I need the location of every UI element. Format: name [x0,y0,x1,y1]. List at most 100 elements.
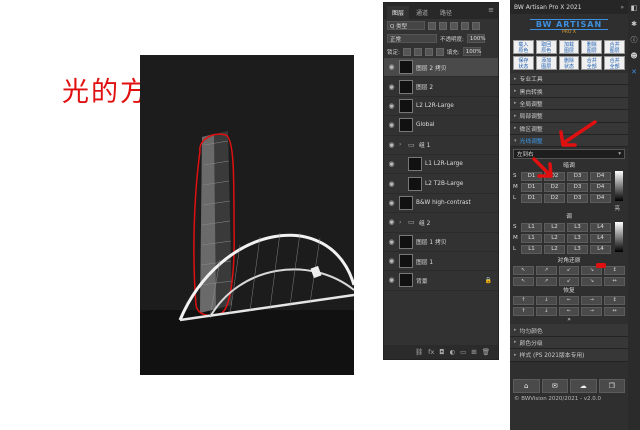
trash-icon[interactable]: 🗑 [482,348,490,356]
plugin-action-button[interactable]: 删除 图层 [581,40,603,54]
plugin-action-button[interactable]: 删除 状态 [558,56,580,70]
layer-row[interactable]: ◉ L2 T2B-Large [384,174,498,194]
matrix-button[interactable]: L2 [544,244,565,254]
plugin-action-button[interactable]: 载入 原色 [513,40,534,54]
plugin-action-button[interactable]: 取回 原色 [535,40,557,54]
matrix-button[interactable]: L4 [590,244,611,254]
lock-pixels-icon[interactable] [402,47,411,56]
adjust-icon[interactable]: ✱ [628,16,640,32]
plugin-action-button[interactable]: 合并 全部 [604,56,625,70]
chevron-right-icon[interactable]: › [399,141,405,148]
matrix-button[interactable]: L2 [544,222,565,232]
matrix-button[interactable]: L2 [544,233,565,243]
tab-channels[interactable]: 通道 [411,6,433,19]
new-layer-icon[interactable]: ⊞ [471,348,476,356]
plugin-action-button[interactable]: 合并 全部 [581,56,603,70]
info-icon[interactable]: ⓘ [628,32,640,48]
plugin-action-button[interactable]: 合并 图层 [604,40,625,54]
plugin-icon[interactable]: ✕ [628,64,640,80]
tool-button[interactable]: ↔ [604,277,625,287]
layer-row[interactable]: ◉ B&W high-contrast [384,194,498,214]
section-header[interactable]: ▸ 样式 (PS 2021版本专用) [510,349,628,362]
tab-layers[interactable]: 图层 [387,6,410,19]
lock-all-icon[interactable] [435,47,444,56]
link-icon[interactable]: ⛓ [415,348,423,356]
panel-menu-icon[interactable]: ≡ [488,6,494,14]
cloud-icon[interactable]: ☁ [570,379,597,393]
tool-button[interactable]: ↓ [535,296,557,306]
visibility-eye-icon[interactable]: ◉ [387,276,396,284]
folder-icon[interactable]: ▭ [460,348,466,356]
layer-row[interactable]: ◉ 图层 1 拷贝 [384,233,498,252]
matrix-button[interactable]: D3 [567,182,588,192]
layer-row[interactable]: ◉ › ▭ 组 1 [384,136,498,155]
filter-pixel-icon[interactable] [428,21,436,30]
home-icon[interactable]: ⌂ [513,379,540,393]
collapse-icon[interactable]: » [620,4,624,11]
chevron-right-icon[interactable]: › [399,219,405,226]
filter-shape-icon[interactable] [461,21,469,30]
matrix-button[interactable]: D4 [590,171,611,181]
tool-button[interactable]: ↑ [513,307,534,317]
visibility-eye-icon[interactable]: ◉ [387,218,396,226]
matrix-button[interactable]: L1 [521,233,542,243]
matrix-button[interactable]: D4 [590,182,611,192]
section-header[interactable]: ▸ 专业工具 [510,73,628,86]
layer-row[interactable]: ◉ 背景 🔒 [384,271,498,291]
matrix-button[interactable]: D3 [567,193,588,203]
matrix-button[interactable]: D2 [544,182,565,192]
lock-move-icon[interactable] [424,47,433,56]
more-icon[interactable]: » [510,316,628,324]
mail-icon[interactable]: ✉ [541,379,568,393]
fx-icon[interactable]: fx [428,348,434,356]
tool-button[interactable]: ↙ [558,266,580,276]
tool-button[interactable]: → [581,296,603,306]
opacity-field[interactable]: 100% [466,34,486,43]
tool-button[interactable]: → [581,307,603,317]
filter-kind-select[interactable]: Q 类型 [387,21,425,30]
visibility-eye-icon[interactable]: ◉ [387,83,396,91]
visibility-eye-icon[interactable]: ◉ [387,141,396,149]
filter-type-icon[interactable] [450,21,458,30]
layer-row[interactable]: ◉ 图层 2 [384,77,498,97]
copy-icon[interactable]: ❐ [598,379,625,393]
tool-button[interactable]: ← [558,307,580,317]
visibility-eye-icon[interactable]: ◉ [387,160,396,168]
matrix-button[interactable]: D2 [544,193,565,203]
filter-smart-icon[interactable] [472,21,480,30]
section-header[interactable]: ▸ 颜色分级 [510,336,628,350]
tool-button[interactable]: ↕ [604,296,625,306]
tool-button[interactable]: ↗ [535,277,557,287]
tool-button[interactable]: ↓ [535,307,557,317]
matrix-button[interactable]: D3 [567,171,588,181]
matrix-button[interactable]: L4 [590,233,611,243]
tool-button[interactable]: ↙ [558,277,580,287]
tool-button[interactable]: ↗ [535,266,557,276]
plugin-action-button[interactable]: 加载 图层 [558,40,580,54]
visibility-eye-icon[interactable]: ◉ [387,180,396,188]
matrix-button[interactable]: L1 [521,244,542,254]
layer-row[interactable]: ◉ L1 L2R-Large [384,155,498,175]
visibility-eye-icon[interactable]: ◉ [387,63,396,71]
tool-button[interactable]: ↔ [604,307,625,317]
filter-adjust-icon[interactable] [439,21,447,30]
visibility-eye-icon[interactable]: ◉ [387,199,396,207]
matrix-button[interactable]: L1 [521,222,542,232]
layer-row[interactable]: ◉ Global [384,116,498,136]
visibility-eye-icon[interactable]: ◉ [387,257,396,265]
mask-icon[interactable]: ◘ [439,348,444,356]
visibility-eye-icon[interactable]: ◉ [387,121,396,129]
user-icon[interactable]: ☻ [628,48,640,64]
section-header[interactable]: ▸ 均匀颜色 [510,324,628,337]
adjustment-icon[interactable]: ◐ [449,348,455,356]
lock-brush-icon[interactable] [413,47,422,56]
layer-row[interactable]: ◉ › ▭ 组 2 [384,213,498,233]
photo-canvas[interactable] [140,55,354,375]
tool-button[interactable]: ↕ [604,266,625,276]
visibility-eye-icon[interactable]: ◉ [387,238,396,246]
matrix-button[interactable]: D4 [590,193,611,203]
matrix-button[interactable]: L4 [590,222,611,232]
matrix-button[interactable]: L3 [567,233,588,243]
matrix-button[interactable]: D1 [521,182,542,192]
layer-row[interactable]: ◉ 图层 1 [384,252,498,272]
